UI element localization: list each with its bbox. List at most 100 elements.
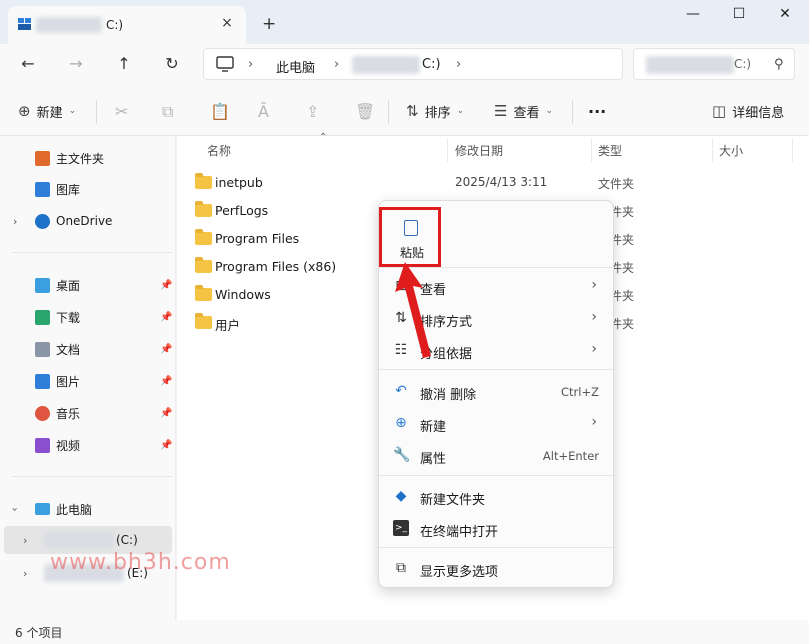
- delete-icon[interactable]: 🗑: [355, 102, 375, 121]
- file-name: Program Files (x86): [215, 259, 337, 274]
- address-bar[interactable]: › 此电脑 › C:) ›: [203, 48, 623, 80]
- sidebar-item-documents[interactable]: 文档 📌: [0, 335, 176, 363]
- details-pane-button[interactable]: ◫ 详细信息: [712, 100, 784, 122]
- paste-icon[interactable]: 📋: [210, 102, 230, 121]
- menu-item-new-folder[interactable]: ◆ 新建文件夹: [379, 481, 613, 511]
- videos-icon: [35, 437, 50, 453]
- close-window-button[interactable]: ✕: [770, 6, 800, 26]
- sort-button[interactable]: ⇅ 排序 ⌄: [406, 100, 464, 122]
- menu-item-properties[interactable]: 🔧 属性 Alt+Enter: [379, 440, 613, 470]
- divider: [12, 252, 172, 253]
- wrench-icon: 🔧: [393, 447, 411, 463]
- sidebar-item-label: 桌面: [56, 278, 81, 293]
- chevron-right-icon: ›: [591, 414, 597, 430]
- divider: [379, 475, 613, 476]
- sidebar-item-videos[interactable]: 视频 📌: [0, 431, 176, 459]
- chevron-down-icon[interactable]: ›: [9, 507, 22, 511]
- new-tab-button[interactable]: +: [262, 14, 276, 34]
- forward-button[interactable]: →: [64, 54, 88, 76]
- back-button[interactable]: ←: [16, 54, 40, 76]
- sidebar-item-label: (C:): [116, 533, 138, 547]
- menu-item-undo-delete[interactable]: ↶ 撤消 删除 Ctrl+Z: [379, 376, 613, 406]
- column-header-size[interactable]: 大小: [719, 142, 743, 159]
- paste-highlight[interactable]: 粘贴: [379, 207, 441, 267]
- command-bar: ⊕ 新建 ⌄ ✂ ⧉ 📋 Ā ⇪ 🗑 ⇅ 排序 ⌄ ☰ 查看 ⌄ ··· ◫ 详…: [0, 86, 809, 136]
- sidebar-item-label: 主文件夹: [56, 151, 105, 166]
- sidebar-item-gallery[interactable]: 图库: [0, 175, 176, 203]
- menu-item-open-in-terminal[interactable]: >_ 在终端中打开: [379, 513, 613, 543]
- column-divider[interactable]: [712, 138, 713, 162]
- chevron-right-icon[interactable]: ›: [23, 534, 27, 547]
- pin-icon: 📌: [160, 279, 173, 291]
- folder-icon: [195, 257, 212, 273]
- up-button[interactable]: ↑: [112, 54, 136, 76]
- item-count: 6 个项目: [15, 626, 63, 640]
- menu-item-new[interactable]: ⊕ 新建 ›: [379, 408, 613, 438]
- file-row-inetpub[interactable]: inetpub 2025/4/13 3:11 文件夹: [177, 168, 809, 196]
- details-pane-icon: ◫: [712, 102, 727, 120]
- breadcrumb-separator: ›: [334, 57, 340, 72]
- view-icon: ☰: [494, 102, 508, 120]
- refresh-button[interactable]: ↻: [160, 54, 184, 76]
- sidebar-item-downloads[interactable]: 下载 📌: [0, 303, 176, 331]
- view-button[interactable]: ☰ 查看 ⌄: [494, 100, 553, 122]
- minimize-button[interactable]: —: [678, 6, 708, 26]
- sidebar-item-label: 文档: [56, 342, 81, 357]
- maximize-button[interactable]: ☐: [724, 6, 754, 26]
- documents-icon: [35, 341, 50, 357]
- onedrive-icon: [35, 213, 50, 229]
- computer-icon: [216, 56, 234, 72]
- new-folder-icon: ◆: [395, 488, 407, 504]
- tab-drive-c[interactable]: C:) ×: [8, 6, 246, 44]
- column-header-modified[interactable]: 修改日期: [455, 142, 503, 159]
- share-icon[interactable]: ⇪: [306, 102, 319, 121]
- chevron-right-icon[interactable]: ›: [23, 567, 27, 580]
- desktop-icon: [35, 277, 50, 293]
- sidebar-item-label: OneDrive: [56, 214, 113, 228]
- search-icon: ⚲: [774, 57, 784, 72]
- pin-icon: 📌: [160, 439, 173, 451]
- column-divider[interactable]: [591, 138, 592, 162]
- divider: [96, 100, 97, 124]
- sidebar-item-label: 图库: [56, 182, 81, 197]
- divider: [379, 547, 613, 548]
- new-button[interactable]: ⊕ 新建 ⌄: [18, 100, 76, 122]
- paste-icon: [404, 220, 418, 236]
- gallery-icon: [35, 181, 50, 197]
- chevron-right-icon: ›: [591, 341, 597, 357]
- copy-icon[interactable]: ⧉: [162, 102, 173, 122]
- sidebar-item-label: 视频: [56, 438, 81, 453]
- new-icon: ⊕: [395, 415, 407, 431]
- menu-item-label: 新建文件夹: [420, 493, 486, 508]
- menu-item-show-more-options[interactable]: ⧉ 显示更多选项: [379, 553, 613, 583]
- more-options-button[interactable]: ···: [588, 100, 606, 122]
- sidebar-item-onedrive[interactable]: › OneDrive: [0, 207, 176, 235]
- column-divider[interactable]: [447, 138, 448, 162]
- column-divider[interactable]: [792, 138, 793, 162]
- search-input[interactable]: C:) ⚲: [633, 48, 795, 80]
- chevron-right-icon[interactable]: ›: [13, 215, 17, 228]
- sidebar-item-this-pc[interactable]: › 此电脑: [0, 495, 176, 523]
- menu-item-label: 新建: [420, 420, 447, 435]
- terminal-icon: >_: [393, 520, 409, 536]
- sidebar-item-desktop[interactable]: 桌面 📌: [0, 271, 176, 299]
- column-header-type[interactable]: 类型: [598, 142, 622, 159]
- sidebar-item-home[interactable]: 主文件夹: [0, 144, 176, 172]
- pictures-icon: [35, 373, 50, 389]
- rename-icon[interactable]: Ā: [258, 102, 269, 121]
- search-placeholder: C:): [734, 57, 752, 71]
- breadcrumb-drive-c[interactable]: C:): [422, 57, 441, 72]
- sidebar-item-pictures[interactable]: 图片 📌: [0, 367, 176, 395]
- sidebar-item-label: 此电脑: [56, 502, 93, 517]
- tab-close-button[interactable]: ×: [218, 15, 236, 31]
- redacted-drive-name: [352, 56, 420, 74]
- sidebar-item-label: 音乐: [56, 406, 81, 421]
- annotation-arrow: [395, 262, 431, 358]
- cut-icon[interactable]: ✂: [115, 102, 128, 121]
- breadcrumb-this-pc[interactable]: 此电脑: [276, 57, 315, 76]
- file-date: 2025/4/13 3:11: [455, 175, 548, 189]
- redacted-search-placeholder: [646, 56, 734, 74]
- column-header-name[interactable]: 名称: [207, 142, 231, 159]
- sidebar-item-music[interactable]: 音乐 📌: [0, 399, 176, 427]
- download-icon: [35, 309, 50, 325]
